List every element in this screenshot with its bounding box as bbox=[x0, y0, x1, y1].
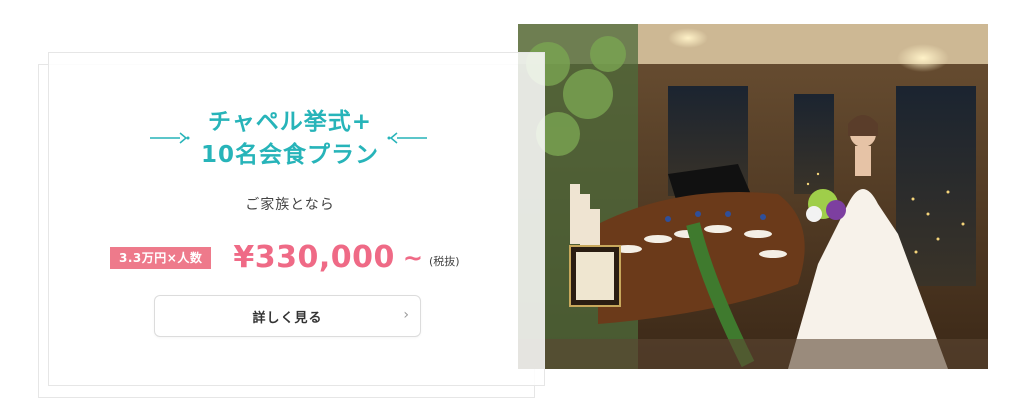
plan-title-line1: チャペル挙式+ bbox=[207, 109, 373, 135]
chevron-right-icon: › bbox=[403, 307, 409, 323]
price-row: 3.3万円×人数 ¥330,000 ~ (税抜) bbox=[110, 242, 460, 274]
details-button-label: 詳しく見る bbox=[252, 310, 323, 326]
plan-title: チャペル挙式+ 10名会食プラン bbox=[150, 106, 430, 172]
plan-title-line2: 10名会食プラン bbox=[200, 142, 379, 168]
price-suffix: ~ bbox=[402, 244, 423, 272]
tax-note: (税抜) bbox=[428, 255, 460, 268]
price-amount: ¥330,000 bbox=[233, 240, 395, 275]
details-button[interactable]: 詳しく見る › bbox=[154, 295, 421, 337]
wedding-banquet-photo bbox=[518, 24, 988, 369]
price-badge: 3.3万円×人数 bbox=[110, 247, 212, 269]
plan-subtitle: ご家族となら bbox=[245, 197, 335, 213]
